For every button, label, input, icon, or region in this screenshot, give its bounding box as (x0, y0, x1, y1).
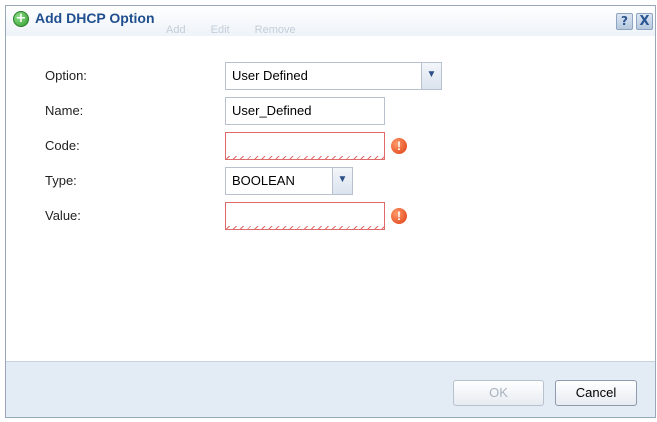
chevron-down-icon[interactable]: ▼ (421, 63, 441, 89)
code-field[interactable] (225, 132, 385, 160)
name-label: Name: (45, 103, 84, 118)
type-select[interactable]: BOOLEAN ▼ (225, 167, 353, 195)
close-button[interactable]: X (636, 13, 653, 30)
name-field[interactable]: User_Defined (225, 97, 385, 125)
ghost-add-label: Add (166, 24, 186, 36)
type-label: Type: (45, 173, 77, 188)
cancel-button[interactable]: Cancel (555, 380, 637, 406)
chevron-down-icon[interactable]: ▼ (332, 168, 352, 194)
dialog-titlebar: + Add DHCP Option Add Edit Remove ? X (6, 6, 655, 36)
add-icon: + (13, 11, 29, 27)
ok-button[interactable]: OK (453, 380, 544, 406)
value-field[interactable] (225, 202, 385, 230)
code-label: Code: (45, 138, 80, 153)
name-value: User_Defined (232, 103, 312, 118)
ghost-toolbar: Add Edit Remove (166, 24, 318, 36)
ghost-edit-label: Edit (210, 24, 230, 36)
option-label: Option: (45, 68, 87, 83)
type-selected-value: BOOLEAN (232, 173, 295, 188)
option-selected-value: User Defined (232, 68, 308, 83)
dialog-footer: OK Cancel (6, 361, 655, 417)
option-select[interactable]: User Defined ▼ (225, 62, 442, 90)
add-dhcp-option-dialog: + Add DHCP Option Add Edit Remove ? X Op… (5, 5, 656, 418)
value-error-icon: ! (391, 208, 407, 224)
value-label: Value: (45, 208, 81, 223)
ghost-remove-label: Remove (254, 24, 296, 36)
help-button[interactable]: ? (616, 13, 633, 30)
code-error-icon: ! (391, 138, 407, 154)
dialog-title: Add DHCP Option (35, 10, 155, 26)
